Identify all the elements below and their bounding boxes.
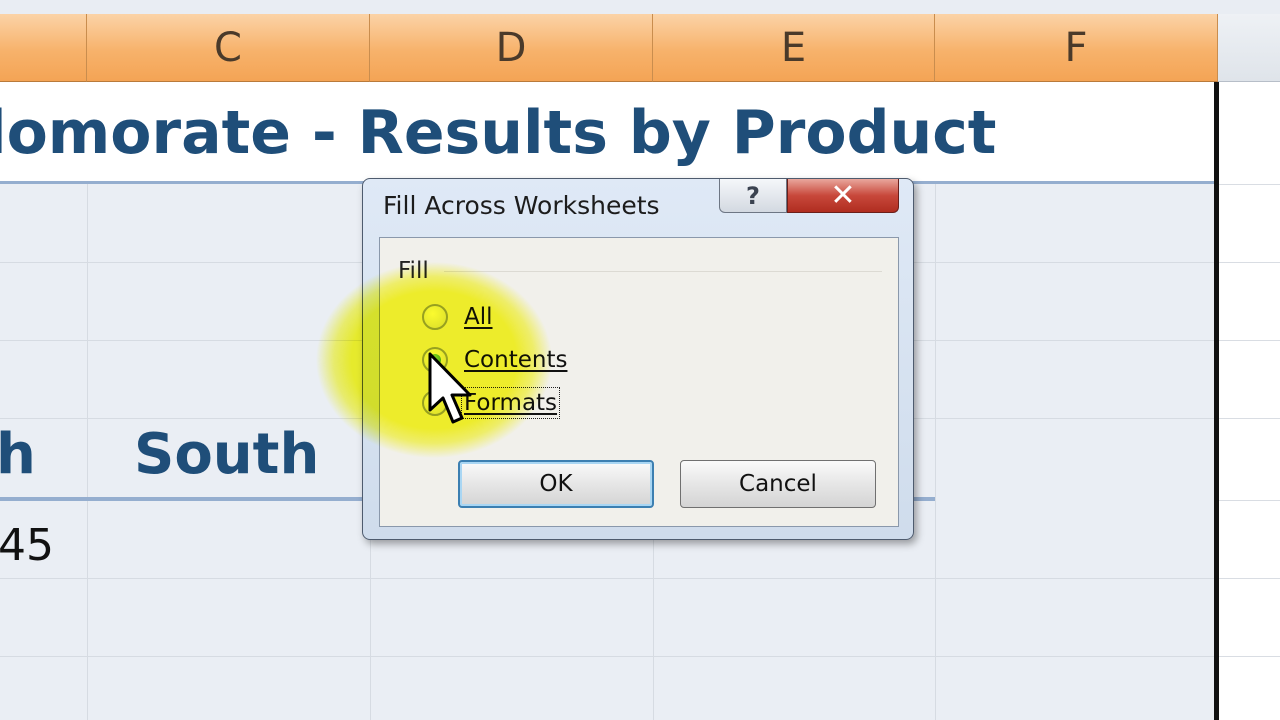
grid-line	[1219, 578, 1280, 579]
grid-line	[1219, 418, 1280, 419]
fill-group-label: Fill	[398, 258, 429, 284]
ok-button[interactable]: OK	[458, 460, 654, 508]
column-header-d[interactable]: D	[370, 14, 653, 82]
dialog-title: Fill Across Worksheets	[383, 191, 660, 220]
grid-line	[0, 656, 1214, 657]
radio-formats[interactable]	[422, 390, 448, 416]
column-header-b[interactable]	[0, 14, 87, 82]
radio-option-all[interactable]: All	[422, 300, 493, 334]
grid-line	[0, 578, 1214, 579]
grid-line	[87, 184, 88, 720]
fill-across-worksheets-dialog: Fill Across Worksheets ? ✕ Fill All Cont…	[362, 178, 914, 540]
help-icon[interactable]: ?	[719, 179, 787, 213]
column-header-g[interactable]	[1218, 14, 1280, 82]
sheet-title: lomorate - Results by Product	[0, 98, 997, 168]
cell-region-header-south[interactable]: South	[134, 422, 319, 487]
cell-value-b[interactable]: 45	[0, 520, 54, 571]
radio-contents[interactable]	[422, 347, 448, 373]
radio-option-formats[interactable]: Formats	[422, 386, 561, 420]
column-header-e[interactable]: E	[653, 14, 935, 82]
radio-all[interactable]	[422, 304, 448, 330]
title-row[interactable]: lomorate - Results by Product	[0, 82, 1214, 184]
radio-option-contents[interactable]: Contents	[422, 343, 567, 377]
outside-print-area	[1218, 14, 1280, 720]
radio-contents-label[interactable]: Contents	[464, 347, 567, 373]
close-icon[interactable]: ✕	[787, 178, 899, 213]
grid-line	[1219, 656, 1280, 657]
column-header-c[interactable]: C	[87, 14, 370, 82]
grid-line	[935, 184, 936, 720]
radio-all-label[interactable]: All	[464, 304, 493, 330]
column-header-f[interactable]: F	[935, 14, 1218, 82]
grid-line	[1219, 500, 1280, 501]
page-break-border	[1214, 82, 1219, 720]
radio-formats-label[interactable]: Formats	[460, 387, 561, 419]
grid-line	[1219, 262, 1280, 263]
ribbon-edge	[0, 0, 1280, 15]
grid-line	[1219, 340, 1280, 341]
cell-region-header-b[interactable]: h	[0, 422, 36, 487]
cancel-button[interactable]: Cancel	[680, 460, 876, 508]
column-headers: C D E F	[0, 14, 1218, 82]
grid-line	[1219, 184, 1280, 185]
group-divider	[444, 271, 882, 272]
dialog-body: Fill All Contents Formats OK Cancel	[379, 237, 899, 527]
